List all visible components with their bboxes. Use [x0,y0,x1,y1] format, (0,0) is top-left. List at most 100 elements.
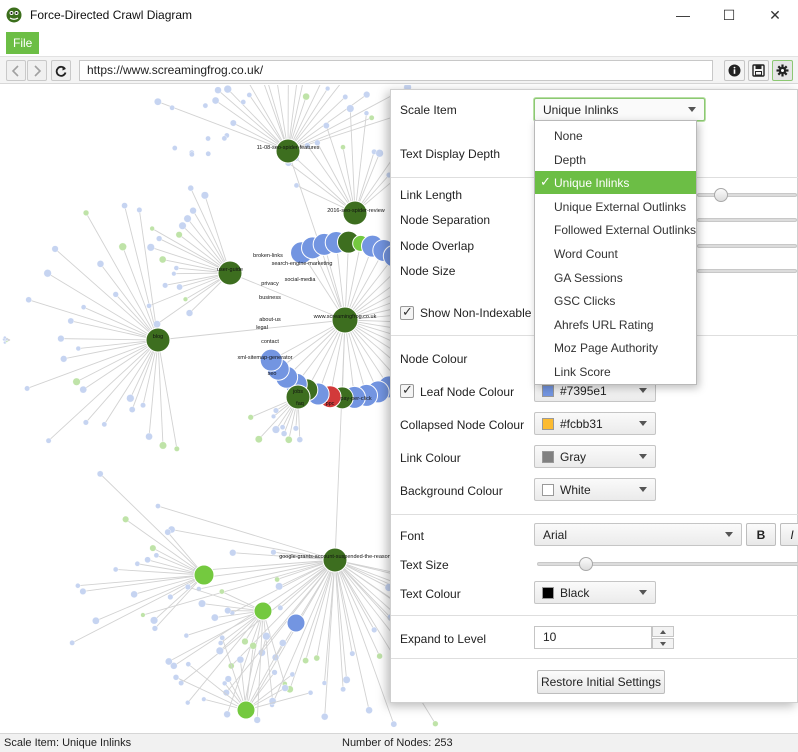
leaf-node[interactable] [189,151,195,158]
leaf-node[interactable] [275,582,284,591]
leaf-node[interactable] [205,150,212,157]
leaf-node[interactable] [145,432,153,441]
show-non-indexable-checkbox[interactable]: ✓ [400,304,414,320]
leaf-node[interactable] [376,652,383,660]
leaf-node[interactable] [151,625,158,632]
leaf-node[interactable] [75,345,81,352]
leaf-node[interactable] [229,119,237,127]
leaf-node[interactable] [200,191,209,200]
leaf-node[interactable] [342,675,351,684]
hub-node[interactable] [275,138,301,164]
text-size-slider[interactable] [537,562,798,566]
leaf-node[interactable] [173,265,180,271]
leaf-node[interactable] [149,225,155,232]
leaf-node[interactable] [79,385,87,394]
leaf-node[interactable] [349,650,356,657]
hub-node[interactable] [286,613,306,633]
background-colour-picker[interactable]: White [534,478,656,501]
leaf-node[interactable] [171,271,177,277]
scale-item-dropdown-list[interactable]: None Depth ✓ Unique Inlinks Unique External … [534,120,697,385]
leaf-node[interactable] [185,700,191,706]
leaf-node[interactable] [277,604,284,611]
minimize-button[interactable]: — [660,0,706,30]
leaf-node[interactable] [279,424,286,430]
increment-button[interactable] [652,626,674,637]
leaf-node[interactable] [80,304,87,310]
leaf-node[interactable] [60,355,68,363]
leaf-node[interactable] [302,92,310,101]
leaf-node[interactable] [162,282,169,289]
leaf-node[interactable] [164,528,172,536]
leaf-node[interactable] [187,184,194,192]
info-button[interactable] [724,60,745,81]
leaf-node[interactable] [285,436,293,444]
font-select[interactable]: Arial [534,523,742,546]
leaf-node[interactable] [313,654,320,662]
hub-node[interactable] [145,327,171,353]
scale-item-select[interactable]: Unique Inlinks [534,98,705,121]
leaf-node[interactable] [183,632,189,639]
back-button[interactable] [6,60,26,81]
text-colour-picker[interactable]: Black [534,581,656,604]
leaf-node[interactable] [101,421,108,428]
link-colour-picker[interactable]: Gray [534,445,656,468]
leaf-node[interactable] [178,221,187,230]
leaf-node[interactable] [432,720,439,727]
leaf-node[interactable] [134,560,141,567]
leaf-node[interactable] [153,552,160,559]
leaf-node[interactable] [146,303,152,309]
leaf-node[interactable] [215,646,224,655]
leaf-node[interactable] [342,94,349,100]
forward-button[interactable] [27,60,47,81]
leaf-node[interactable] [155,503,161,509]
leaf-node[interactable] [185,309,194,317]
dropdown-option[interactable]: Depth [535,148,696,171]
leaf-node[interactable] [136,207,143,213]
root-node[interactable] [331,306,359,334]
node-size-slider[interactable] [697,269,797,273]
leaf-node[interactable] [281,684,289,692]
leaf-node[interactable] [390,720,398,728]
leaf-node[interactable] [211,613,219,622]
leaf-node[interactable] [223,710,231,718]
link-length-slider-thumb[interactable] [714,188,728,202]
leaf-node[interactable] [302,657,309,664]
leaf-node[interactable] [211,96,220,105]
leaf-node[interactable] [279,639,287,647]
leaf-node[interactable] [254,435,263,444]
leaf-node[interactable] [205,135,211,142]
leaf-node[interactable] [92,616,100,625]
leaf-node[interactable] [24,385,30,392]
leaf-node[interactable] [262,632,271,641]
leaf-node[interactable] [307,690,314,696]
leaf-node[interactable] [219,588,225,595]
node-separation-slider[interactable] [697,218,797,222]
restore-initial-settings-button[interactable]: Restore Initial Settings [537,670,665,694]
leaf-node[interactable] [201,696,207,702]
leaf-node[interactable] [274,576,280,583]
leaf-node[interactable] [229,549,237,557]
leaf-node[interactable] [159,441,167,450]
dropdown-option[interactable]: Unique External Outlinks [535,195,696,218]
dropdown-option[interactable]: ✓ Unique Inlinks [535,171,696,195]
leaf-node[interactable] [198,599,206,608]
leaf-node[interactable] [340,686,346,693]
leaf-node[interactable] [140,402,146,409]
leaf-node[interactable] [271,425,280,434]
leaf-node[interactable] [126,394,135,403]
leaf-node[interactable] [247,414,254,421]
hub-node[interactable] [236,700,256,720]
dropdown-option[interactable]: Word Count [535,242,696,265]
dropdown-option[interactable]: Ahrefs URL Rating [535,313,696,336]
leaf-node[interactable] [241,637,249,646]
leaf-node[interactable] [82,419,89,426]
leaf-node[interactable] [223,85,232,94]
dropdown-option[interactable]: GA Sessions [535,266,696,289]
leaf-node[interactable] [246,92,253,98]
leaf-node[interactable] [121,202,128,209]
leaf-node[interactable] [153,320,161,328]
leaf-node[interactable] [156,235,163,242]
save-button[interactable] [748,60,769,81]
dropdown-option[interactable]: Link Score [535,360,696,383]
refresh-button[interactable] [51,60,71,81]
